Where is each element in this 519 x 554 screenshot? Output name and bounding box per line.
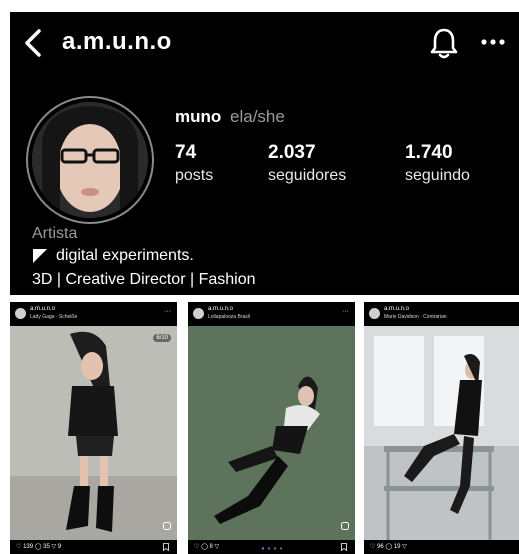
stat-following[interactable]: 1.740 seguindo <box>405 142 470 185</box>
post-footer: ♡ 96 ◯ 19 ▽ <box>364 540 519 554</box>
profile-handle: a.m.u.n.o <box>62 28 172 55</box>
post-avatar <box>369 308 380 319</box>
name-row: muno ela/she <box>175 107 285 127</box>
more-icon[interactable] <box>480 38 506 46</box>
profile-header: a.m.u.n.o <box>10 12 519 74</box>
carousel-count-badge: 6/10 <box>153 334 171 342</box>
post-stats: ♡ ◯ 8 ▽ <box>194 543 219 550</box>
stat-followers[interactable]: 2.037 seguidores <box>268 142 346 185</box>
stat-posts-label: posts <box>175 167 214 184</box>
post-more-icon: ··· <box>164 308 171 315</box>
bookmark-icon[interactable] <box>341 543 347 551</box>
reel-icon <box>163 522 171 530</box>
comment-count: 19 <box>393 544 401 550</box>
post-stats: ♡ 96 ◯ 19 ▽ <box>370 543 407 550</box>
post-audio: Marie Davidson · Contrarian <box>384 314 447 320</box>
stat-posts-value: 74 <box>175 142 197 163</box>
stat-followers-value: 2.037 <box>268 142 316 163</box>
post-avatar <box>15 308 26 319</box>
share-icon[interactable]: ▽ <box>52 544 57 550</box>
bookmark-icon[interactable] <box>163 543 169 551</box>
bell-icon[interactable] <box>428 26 460 60</box>
like-count: 96 <box>377 544 384 550</box>
post-photo <box>364 326 519 540</box>
post-header: a.m.u.n.o Lady Gaga · Scheiße ··· <box>10 302 177 326</box>
heart-icon[interactable]: ♡ <box>16 544 21 550</box>
display-name: muno <box>175 107 222 126</box>
post-tile[interactable]: a.m.u.n.o Lady Gaga · Scheiße ··· 6/10 ♡… <box>10 302 177 554</box>
post-header: a.m.u.n.o Marie Davidson · Contrarian <box>364 302 519 326</box>
post-more-icon: ··· <box>342 308 349 315</box>
stat-posts[interactable]: 74 posts <box>175 142 213 185</box>
comment-count: 8 <box>209 544 213 550</box>
share-count: 9 <box>57 544 62 550</box>
share-icon[interactable]: ▽ <box>402 544 407 550</box>
post-audio: Lollapalooza Brasil <box>208 314 250 320</box>
post-stats: ♡ 139 ◯ 35 ▽ 9 <box>16 543 61 550</box>
post-footer: ♡ 139 ◯ 35 ▽ 9 <box>10 540 177 554</box>
pronouns: ela/she <box>230 107 285 126</box>
post-photo <box>10 326 177 540</box>
profile-category: Artista <box>32 225 78 242</box>
carousel-dots <box>261 547 283 550</box>
comment-icon[interactable]: ◯ <box>385 544 392 550</box>
post-username: a.m.u.n.o <box>30 306 56 312</box>
bio-line-1: digital experiments. <box>32 247 194 265</box>
flag-icon <box>33 249 47 263</box>
post-username: a.m.u.n.o <box>384 306 410 312</box>
stat-following-value: 1.740 <box>405 142 453 163</box>
back-arrow-icon[interactable] <box>22 28 44 58</box>
comment-icon[interactable]: ◯ <box>35 544 42 550</box>
post-tile[interactable]: a.m.u.n.o Marie Davidson · Contrarian ♡ … <box>364 302 519 554</box>
post-avatar <box>193 308 204 319</box>
post-audio: Lady Gaga · Scheiße <box>30 314 78 320</box>
heart-icon[interactable]: ♡ <box>370 544 375 550</box>
profile-panel: a.m.u.n.o muno ela/she 74 posts 2.037 se… <box>10 12 519 295</box>
bio-line-2: 3D | Creative Director | Fashion <box>32 271 256 288</box>
post-header: a.m.u.n.o Lollapalooza Brasil ··· <box>188 302 355 326</box>
like-count: 139 <box>23 544 34 550</box>
comment-count: 35 <box>43 544 50 550</box>
post-photo <box>188 326 355 540</box>
avatar-image <box>32 102 148 218</box>
post-username: a.m.u.n.o <box>208 306 234 312</box>
stat-followers-label: seguidores <box>268 167 347 184</box>
reel-icon <box>341 522 349 530</box>
share-icon[interactable]: ▽ <box>214 544 219 550</box>
post-footer: ♡ ◯ 8 ▽ <box>188 540 355 554</box>
profile-avatar[interactable] <box>26 96 154 224</box>
bio-line-1-text: digital experiments. <box>56 247 194 264</box>
heart-icon[interactable]: ♡ <box>194 544 199 550</box>
post-tile[interactable]: a.m.u.n.o Lollapalooza Brasil ··· ♡ ◯ 8 … <box>188 302 355 554</box>
stat-following-label: seguindo <box>405 167 470 184</box>
comment-icon[interactable]: ◯ <box>201 544 208 550</box>
